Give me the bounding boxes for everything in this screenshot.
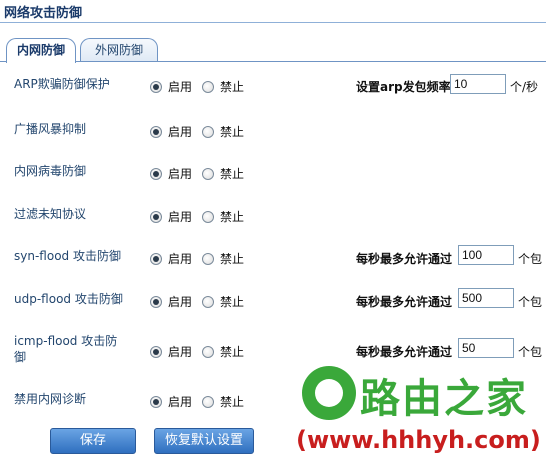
setting-label-line2: 御 [14,350,27,364]
syn-rate-input[interactable] [458,245,514,265]
setting-label: 过滤未知协议 [14,207,87,221]
disable-radio-label: 禁止 [220,345,245,359]
enable-radio[interactable] [150,80,162,93]
enable-radio[interactable] [150,252,162,265]
disable-radio-label: 禁止 [220,80,245,94]
icmp-rate-input[interactable] [458,338,514,358]
radio-group: 启用 禁止 [150,78,254,95]
setting-label: icmp-flood 攻击防 御 [14,333,117,365]
tab-internal-defense[interactable]: 内网防御 [6,38,76,63]
radio-group: 启用 禁止 [150,165,254,182]
disable-radio[interactable] [202,125,215,138]
setting-label: udp-flood 攻击防御 [14,292,123,306]
radio-group: 启用 禁止 [150,393,254,410]
enable-radio-label: 启用 [168,167,193,181]
disable-radio-label: 禁止 [220,252,245,266]
tab-external-defense[interactable]: 外网防御 [80,38,158,62]
radio-group: 启用 禁止 [150,208,254,225]
enable-radio[interactable] [150,210,162,223]
setting-label-line1: icmp-flood 攻击防 [14,334,118,348]
watermark-logo-icon [302,366,356,420]
syn-rate-unit: 个包 [518,252,543,266]
enable-radio-label: 启用 [168,80,193,94]
setting-label: 广播风暴抑制 [14,122,87,136]
disable-radio-label: 禁止 [220,210,245,224]
radio-group: 启用 禁止 [150,250,254,267]
disable-radio[interactable] [202,252,215,265]
enable-radio[interactable] [150,167,162,180]
enable-radio-label: 启用 [168,295,193,309]
enable-radio-label: 启用 [168,125,193,139]
udp-rate-input[interactable] [458,288,514,308]
enable-radio-label: 启用 [168,210,193,224]
enable-radio[interactable] [150,125,162,138]
disable-radio[interactable] [202,295,215,308]
udp-rate-label: 每秒最多允许通过 [356,295,453,309]
enable-radio-label: 启用 [168,345,193,359]
setting-label: ARP欺骗防御保护 [14,77,110,91]
watermark-url: (www.hhhyh.com) [296,426,541,454]
page-title: 网络攻击防御 [4,6,83,21]
syn-rate-label: 每秒最多允许通过 [356,252,453,266]
save-button[interactable]: 保存 [50,428,136,454]
arp-frequency-input[interactable] [450,74,506,94]
arp-frequency-label: 设置arp发包频率 [356,80,451,94]
icmp-rate-unit: 个包 [518,345,543,359]
disable-radio[interactable] [202,395,215,408]
setting-label: syn-flood 攻击防御 [14,249,121,263]
radio-group: 启用 禁止 [150,343,254,360]
arp-frequency-unit: 个/秒 [510,80,539,94]
enable-radio[interactable] [150,395,162,408]
setting-label: 内网病毒防御 [14,164,87,178]
disable-radio-label: 禁止 [220,167,245,181]
radio-group: 启用 禁止 [150,293,254,310]
disable-radio[interactable] [202,210,215,223]
title-divider [0,22,546,23]
disable-radio-label: 禁止 [220,295,245,309]
restore-defaults-button[interactable]: 恢复默认设置 [154,428,254,454]
disable-radio[interactable] [202,80,215,93]
disable-radio-label: 禁止 [220,395,245,409]
enable-radio-label: 启用 [168,252,193,266]
disable-radio[interactable] [202,345,215,358]
setting-label: 禁用内网诊断 [14,392,87,406]
udp-rate-unit: 个包 [518,295,543,309]
tab-divider [0,61,546,62]
enable-radio-label: 启用 [168,395,193,409]
enable-radio[interactable] [150,345,162,358]
watermark-brand: 路由之家 [360,376,528,422]
icmp-rate-label: 每秒最多允许通过 [356,345,453,359]
enable-radio[interactable] [150,295,162,308]
disable-radio-label: 禁止 [220,125,245,139]
radio-group: 启用 禁止 [150,123,254,140]
disable-radio[interactable] [202,167,215,180]
